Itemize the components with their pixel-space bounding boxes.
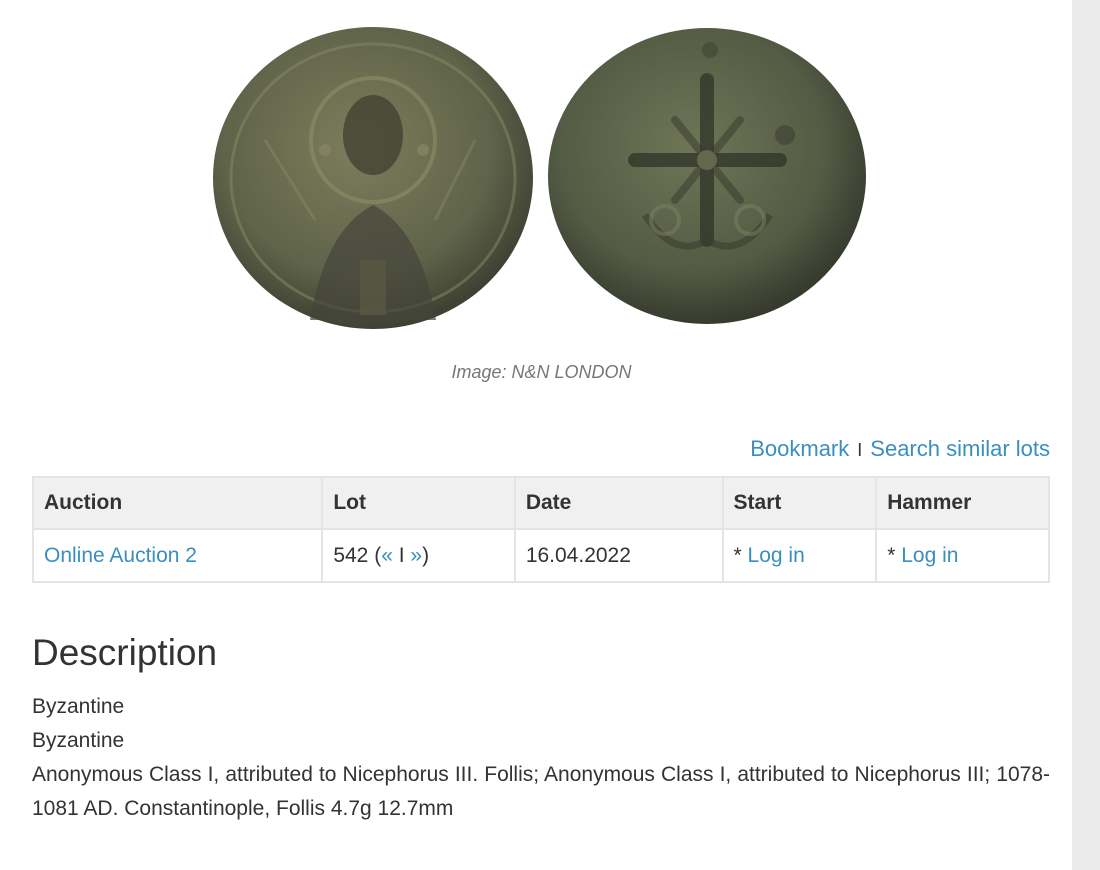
auction-link[interactable]: Online Auction 2 [44,544,197,567]
start-login-link[interactable]: Log in [748,544,805,567]
lot-page: Image: N&N LONDON Bookmark I Search simila… [0,0,1072,870]
hammer-asterisk: * [887,543,902,567]
date-cell: 16.04.2022 [513,528,724,583]
lot-nav-open: ( [368,543,382,567]
lot-nav-close: ) [422,543,430,567]
description-line: Byzantine [32,695,125,718]
header-start: Start [721,476,878,530]
auction-cell: Online Auction 2 [31,528,324,583]
actions-separator: I [857,440,863,460]
lot-actions: Bookmark I Search similar lots [750,436,1050,462]
hammer-cell: * Log in [875,528,1050,583]
hammer-login-link[interactable]: Log in [901,544,958,567]
lot-info-table: Auction Lot Date Start Hammer Online Auc… [31,476,1050,583]
lot-cell: 542 (« I ») [321,528,516,583]
header-auction: Auction [31,476,324,530]
coin-image[interactable] [205,20,875,340]
table-row: Online Auction 2 542 (« I ») 16.04.2022 … [31,528,1050,583]
start-asterisk: * [733,543,748,567]
lot-nav-separator: I [392,543,411,567]
search-similar-lots-link[interactable]: Search similar lots [870,436,1050,461]
start-cell: * Log in [721,528,878,583]
previous-lot-link[interactable]: « [381,544,393,567]
bookmark-link[interactable]: Bookmark [750,436,849,461]
coin-obverse [213,27,533,329]
lot-number: 542 [333,543,369,567]
header-date: Date [513,476,724,530]
description-text: Anonymous Class I, attributed to Nicepho… [32,763,1050,820]
description-body: Byzantine Byzantine Anonymous Class I, a… [32,690,1050,826]
coin-reverse [548,28,866,324]
description-heading: Description [32,632,218,673]
image-caption: Image: N&N LONDON [451,362,632,382]
next-lot-link[interactable]: » [410,544,422,567]
header-lot: Lot [321,476,516,530]
table-header-row: Auction Lot Date Start Hammer [31,476,1050,530]
description-line: Byzantine [32,729,125,752]
header-hammer: Hammer [875,476,1050,530]
